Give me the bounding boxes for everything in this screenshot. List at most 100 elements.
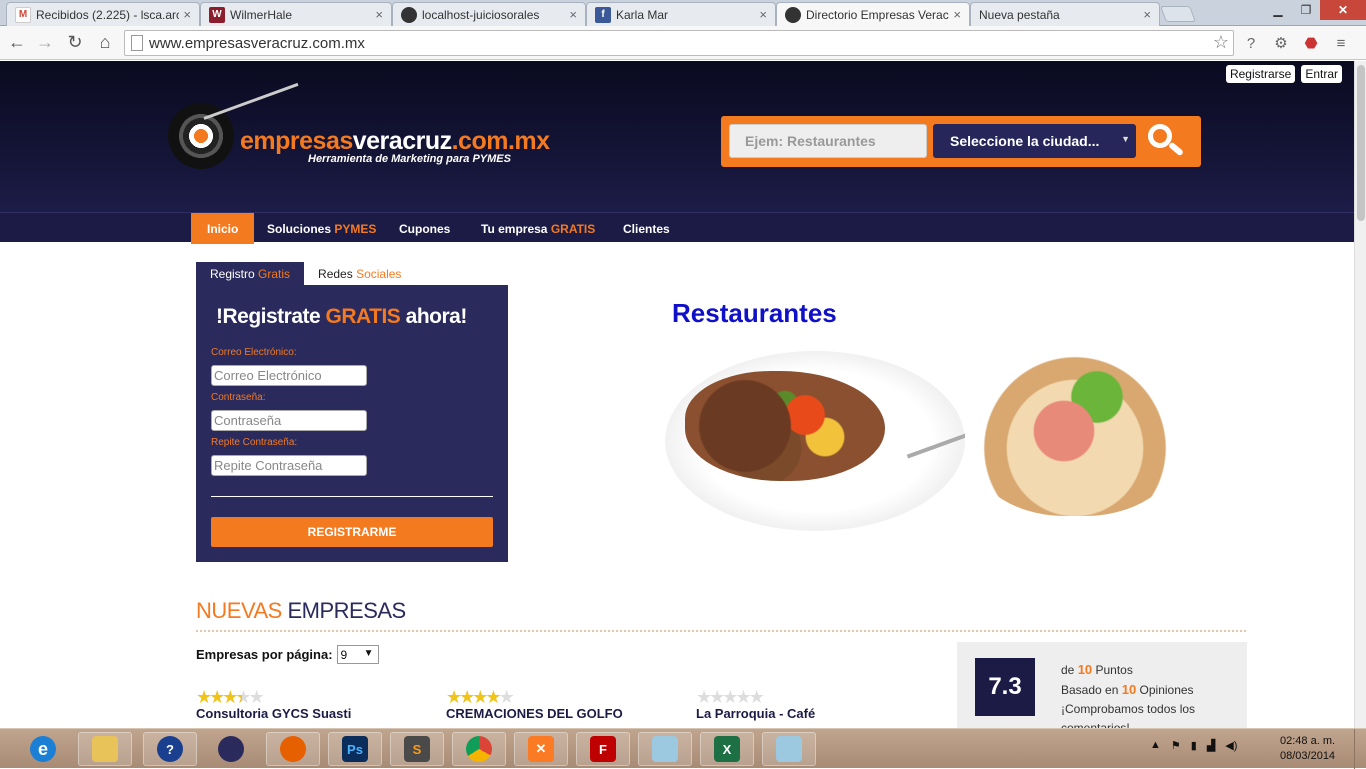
login-link[interactable]: Entrar [1301, 65, 1342, 83]
star-full-icon: ★ [196, 687, 212, 707]
business-name[interactable]: CREMACIONES DEL GOLFO [446, 706, 623, 721]
site-logo[interactable]: empresasveracruz.com.mx Herramienta de M… [168, 82, 550, 191]
adblock-icon[interactable]: ⬣ [1300, 32, 1322, 54]
email-label: Correo Electrónico: [211, 347, 297, 358]
logo-wordmark: empresasveracruz.com.mx [240, 127, 550, 155]
flag-icon[interactable]: ⚑ [1171, 739, 1181, 752]
page-icon [131, 35, 143, 51]
battery-icon[interactable]: ▮ [1191, 739, 1197, 752]
register-heading: !Registrate GRATIS ahora! [216, 305, 467, 328]
filezilla-icon[interactable]: F [576, 732, 630, 766]
tab-registro-gratis[interactable]: Registro Gratis [196, 262, 305, 286]
browser-tab[interactable]: Nueva pestaña × [970, 2, 1160, 26]
close-icon[interactable]: × [1143, 7, 1151, 22]
chrome-icon[interactable] [452, 732, 506, 766]
star-full-icon: ★ [209, 687, 225, 707]
browser-toolbar: ← → ↻ ⌂ www.empresasveracruz.com.mx ☆ ? … [0, 26, 1366, 60]
app-icon[interactable] [204, 732, 258, 766]
browser-tab-active[interactable]: Directorio Empresas Verac × [776, 2, 970, 26]
star-empty-icon: ★ [735, 687, 751, 707]
minimize-icon[interactable]: ▁ [1264, 0, 1292, 20]
star-empty-icon: ★ [498, 687, 515, 707]
close-icon[interactable]: × [759, 7, 767, 22]
password-field[interactable]: Contraseña [211, 410, 367, 431]
xampp-icon[interactable]: ✕ [514, 732, 568, 766]
business-name[interactable]: Consultoria GYCS Suasti [196, 706, 351, 721]
city-select[interactable]: Seleccione la ciudad... ▼ [933, 124, 1136, 158]
search-input[interactable]: Ejem: Restaurantes [729, 124, 927, 158]
business-card[interactable]: ★★★★★ La Parroquia - Café [696, 688, 815, 721]
divider [211, 496, 493, 497]
score-value: 7.3 [975, 658, 1035, 716]
per-page-select[interactable]: 9 ▼ [336, 645, 379, 664]
app-icon[interactable] [638, 732, 692, 766]
search-button[interactable] [1142, 122, 1190, 160]
browser-tab[interactable]: W WilmerHale × [200, 2, 392, 26]
rating-stars: ★★★★★ [196, 688, 351, 706]
firefox-icon[interactable] [266, 732, 320, 766]
menu-clientes[interactable]: Clientes [623, 213, 670, 244]
repeat-password-field[interactable]: Repite Contraseña [211, 455, 367, 476]
internet-explorer-icon[interactable]: e [16, 732, 70, 766]
business-name[interactable]: La Parroquia - Café [696, 706, 815, 721]
settings-gear-icon[interactable]: ⚙ [1270, 32, 1292, 54]
sublime-icon[interactable]: S [390, 732, 444, 766]
help-icon[interactable]: ? [143, 732, 197, 766]
volume-icon[interactable]: ◀) [1225, 739, 1237, 752]
restore-icon[interactable]: ❐ [1292, 0, 1320, 20]
wilmerhale-icon: W [209, 6, 225, 23]
network-icon[interactable]: ▟ [1207, 739, 1215, 752]
menu-tu-empresa[interactable]: Tu empresa GRATIS [481, 213, 595, 244]
file-explorer-icon[interactable] [78, 732, 132, 766]
forward-icon[interactable]: → [34, 32, 56, 53]
business-card[interactable]: ★★★★★ Consultoria GYCS Suasti [196, 688, 351, 721]
email-field[interactable]: Correo Electrónico [211, 365, 367, 386]
star-full-icon: ★ [459, 687, 475, 707]
url-text: www.empresasveracruz.com.mx [149, 34, 365, 52]
browser-tab[interactable]: localhost-juiciosorales × [392, 2, 586, 26]
excel-icon[interactable]: X [700, 732, 754, 766]
score-line-check2: comentarios! [1061, 721, 1130, 728]
menu-inicio[interactable]: Inicio [191, 213, 255, 244]
star-full-icon: ★ [446, 687, 462, 707]
clock[interactable]: 02:48 a. m. 08/03/2014 [1280, 734, 1335, 764]
site-icon [785, 6, 801, 23]
star-empty-icon: ★ [748, 687, 765, 707]
repeat-password-label: Repite Contraseña: [211, 437, 298, 448]
reload-icon[interactable]: ↻ [64, 32, 86, 53]
app-icon[interactable] [762, 732, 816, 766]
close-icon[interactable]: × [569, 7, 577, 22]
show-desktop-button[interactable] [1354, 729, 1366, 769]
tab-redes-sociales[interactable]: Redes Sociales [304, 262, 415, 286]
menu-icon[interactable]: ≡ [1330, 32, 1352, 54]
target-icon [168, 103, 234, 169]
photoshop-icon[interactable]: Ps [328, 732, 382, 766]
close-icon[interactable]: × [375, 7, 383, 22]
hero-title: Restaurantes [672, 298, 837, 328]
business-card[interactable]: ★★★★★ CREMACIONES DEL GOLFO [446, 688, 623, 721]
register-link[interactable]: Registrarse [1225, 65, 1296, 83]
page-scrollbar[interactable] [1354, 61, 1366, 728]
extension-icon[interactable]: ? [1240, 32, 1262, 54]
address-bar[interactable]: www.empresasveracruz.com.mx ☆ [124, 30, 1234, 56]
close-icon[interactable]: × [953, 7, 961, 22]
close-icon[interactable]: × [183, 7, 191, 22]
section-title-nuevas-empresas: NUEVAS EMPRESAS [196, 598, 406, 623]
browser-tab[interactable]: M Recibidos (2.225) - lsca.arc × [6, 2, 200, 26]
show-hidden-icon[interactable]: ▲ [1150, 739, 1161, 752]
bookmark-star-icon[interactable]: ☆ [1213, 32, 1229, 53]
home-icon[interactable]: ⌂ [94, 32, 116, 53]
menu-soluciones[interactable]: Soluciones PYMES [267, 213, 376, 244]
chevron-down-icon: ▼ [1121, 134, 1130, 144]
star-half-icon: ★ [235, 687, 251, 707]
logo-tagline: Herramienta de Marketing para PYMES [308, 153, 511, 165]
facebook-icon: f [595, 6, 611, 23]
browser-tab-bar: M Recibidos (2.225) - lsca.arc × W Wilmer… [0, 0, 1366, 26]
star-empty-icon: ★ [722, 687, 738, 707]
close-window-icon[interactable]: ✕ [1320, 0, 1366, 20]
browser-tab[interactable]: f Karla Mar × [586, 2, 776, 26]
back-icon[interactable]: ← [6, 32, 28, 53]
menu-cupones[interactable]: Cupones [399, 213, 450, 244]
new-tab-button[interactable] [1160, 6, 1196, 22]
register-button[interactable]: REGISTRARME [211, 517, 493, 547]
